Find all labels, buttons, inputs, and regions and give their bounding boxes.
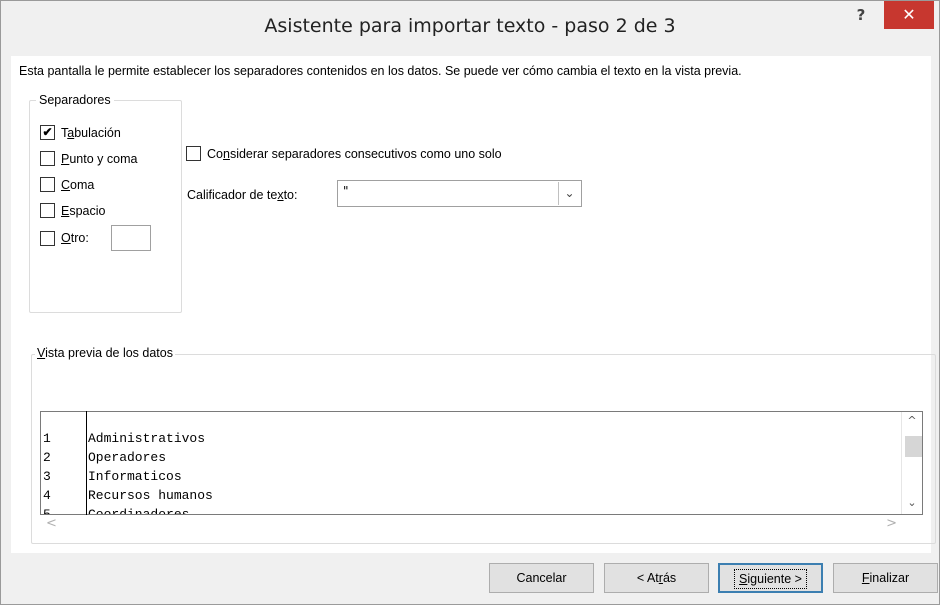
comma-checkbox[interactable]	[40, 177, 55, 192]
preview-row: 5 Coordinadores	[43, 507, 190, 515]
horizontal-scrollbar[interactable]: < >	[40, 515, 901, 535]
other-checkbox[interactable]	[40, 230, 55, 246]
text-qualifier-label: Calificador de texto:	[187, 188, 298, 202]
scroll-down-icon[interactable]: ⌄	[902, 496, 922, 509]
check-icon: ✔	[42, 125, 53, 139]
button-bar: Cancelar < Atrás Siguiente > Finalizar	[1, 553, 939, 604]
data-preview-box[interactable]: 1 Administrativos 2 Operadores 3 Informatic…	[40, 411, 923, 515]
scroll-up-icon[interactable]: ^	[902, 414, 922, 427]
next-button[interactable]: Siguiente >	[718, 563, 823, 593]
title-bar: Asistente para importar texto - paso 2 d…	[1, 1, 939, 56]
text-qualifier-select[interactable]: " ⌄	[337, 180, 582, 207]
preview-row: 2 Operadores	[43, 450, 167, 465]
scroll-thumb[interactable]	[905, 436, 922, 457]
preview-row: 3 Informaticos	[43, 469, 182, 484]
semicolon-checkbox-row[interactable]: Punto y coma	[40, 151, 137, 166]
separators-group: Separadores ✔ Tabulación Punto y coma Co…	[29, 93, 182, 313]
chevron-down-icon[interactable]: ⌄	[558, 182, 580, 205]
column-break-line[interactable]	[86, 411, 87, 515]
text-qualifier-value: "	[343, 184, 349, 198]
comma-label: Coma	[61, 177, 95, 192]
help-button[interactable]: ?	[847, 3, 875, 29]
vertical-scrollbar[interactable]: ^ ⌄	[901, 412, 922, 514]
tab-checkbox[interactable]: ✔	[40, 125, 55, 140]
consecutive-checkbox-row[interactable]: Considerar separadores consecutivos como…	[186, 146, 502, 161]
close-button[interactable]: ✕	[884, 1, 934, 29]
instruction-text: Esta pantalla le permite establecer los …	[19, 64, 742, 78]
data-preview-legend: Vista previa de los datos	[35, 346, 175, 360]
other-label: Otro:	[61, 231, 89, 245]
scroll-left-icon[interactable]: <	[46, 516, 57, 531]
space-label: Espacio	[61, 203, 106, 218]
semicolon-checkbox[interactable]	[40, 151, 55, 166]
scroll-right-icon[interactable]: >	[886, 516, 897, 531]
other-separator-input[interactable]	[110, 225, 151, 251]
other-checkbox-row[interactable]: Otro:	[40, 225, 151, 251]
semicolon-label: Punto y coma	[61, 151, 138, 166]
consecutive-label: Considerar separadores consecutivos como…	[207, 146, 502, 161]
dialog-title: Asistente para importar texto - paso 2 d…	[264, 15, 676, 37]
next-label: Siguiente >	[734, 569, 807, 589]
back-button[interactable]: < Atrás	[604, 563, 709, 593]
space-checkbox[interactable]	[40, 203, 55, 218]
cancel-button[interactable]: Cancelar	[489, 563, 594, 593]
separators-legend: Separadores	[36, 93, 114, 107]
tab-checkbox-row[interactable]: ✔ Tabulación	[40, 125, 121, 140]
comma-checkbox-row[interactable]: Coma	[40, 177, 94, 192]
import-wizard-dialog: Asistente para importar texto - paso 2 d…	[0, 0, 940, 605]
consecutive-checkbox[interactable]	[186, 146, 201, 161]
tab-label: Tabulación	[61, 125, 121, 140]
preview-row: 4 Recursos humanos	[43, 488, 213, 503]
space-checkbox-row[interactable]: Espacio	[40, 203, 105, 218]
preview-row: 1 Administrativos	[43, 431, 206, 446]
finish-button[interactable]: Finalizar	[833, 563, 938, 593]
